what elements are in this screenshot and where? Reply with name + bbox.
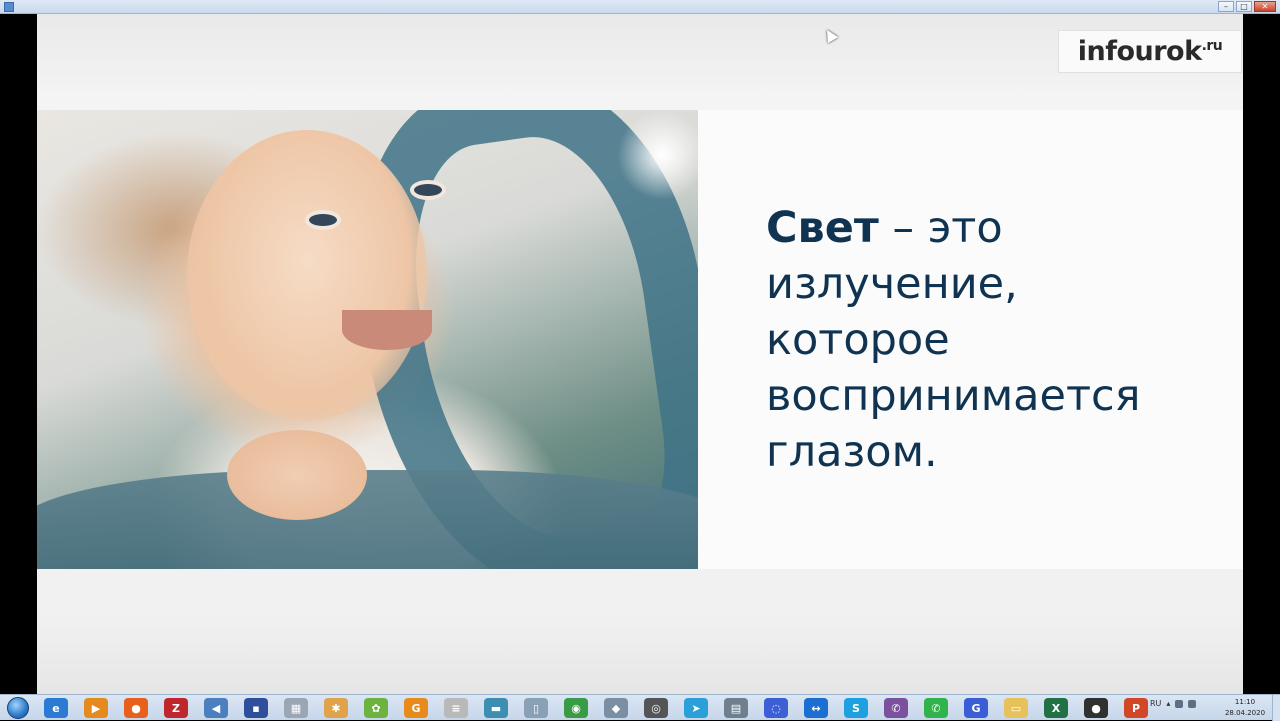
statement-line-5: глазом. <box>766 427 938 477</box>
recycle-bin-icon[interactable]: ▯ <box>524 698 548 718</box>
letterbox-right <box>1243 14 1280 694</box>
powerpoint-icon[interactable]: P <box>1124 698 1148 718</box>
save-disk-icon[interactable]: ▪ <box>244 698 268 718</box>
statement-line-3: которое <box>766 315 950 365</box>
folder-icon[interactable]: ▭ <box>1004 698 1028 718</box>
photo-face <box>187 130 427 420</box>
telegram-icon[interactable]: ➤ <box>684 698 708 718</box>
taskbar-clock[interactable]: 11:10 28.04.2020 <box>1222 697 1268 719</box>
show-desktop-button[interactable] <box>1272 695 1280 721</box>
network-tray-icon[interactable] <box>1175 699 1184 708</box>
taskbar: e ▶ ● Z ◀ ▪ ▦ ✱ ✿ G ≡ ▬ ▯ ◉ ◆ ◎ ➤ ▤ ◌ ↔ S ✆ ✆ G ▭ X ● P RU ▴ 11:10 … <box>0 694 1280 721</box>
skype-icon[interactable]: S <box>844 698 868 718</box>
statement-text-1: – это <box>892 203 1003 253</box>
photo-eye-left <box>305 210 341 230</box>
chrome-icon[interactable]: ◉ <box>564 698 588 718</box>
teamviewer-icon[interactable]: ↔ <box>804 698 828 718</box>
notepad-icon[interactable]: ≡ <box>444 698 468 718</box>
letterbox-left <box>0 14 37 694</box>
viber-icon[interactable]: ✆ <box>884 698 908 718</box>
firefox-icon[interactable]: ● <box>124 698 148 718</box>
slide-statement: Свет – это излучение, которое воспринима… <box>766 200 1226 480</box>
gmail-icon[interactable]: G <box>404 698 428 718</box>
printer-icon[interactable]: ▤ <box>724 698 748 718</box>
network-icon[interactable]: ✱ <box>324 698 348 718</box>
messenger-icon[interactable]: ◌ <box>764 698 788 718</box>
statement-line-4: воспринимается <box>766 371 1141 421</box>
excel-icon[interactable]: X <box>1044 698 1068 718</box>
minimize-button[interactable]: – <box>1218 1 1234 12</box>
obs-icon[interactable]: ● <box>1084 698 1108 718</box>
filezilla-icon[interactable]: Z <box>164 698 188 718</box>
photo-hand <box>227 430 367 520</box>
taskbar-pinned-apps: e ▶ ● Z ◀ ▪ ▦ ✱ ✿ G ≡ ▬ ▯ ◉ ◆ ◎ ➤ ▤ ◌ ↔ S ✆ ✆ G ▭ X ● P <box>44 698 1148 718</box>
logo-suffix: .ru <box>1201 37 1223 54</box>
start-button[interactable] <box>3 695 33 721</box>
photo-swing-seat <box>37 470 698 569</box>
content-band: Свет – это излучение, которое воспринима… <box>37 110 1243 569</box>
scanner-icon[interactable]: ▬ <box>484 698 508 718</box>
picasa-icon[interactable]: ✿ <box>364 698 388 718</box>
gimp-icon[interactable]: ◆ <box>604 698 628 718</box>
windows-start-icon <box>7 697 29 719</box>
speaker-icon[interactable]: ◀ <box>204 698 228 718</box>
maximize-button[interactable]: □ <box>1236 1 1252 12</box>
ie-icon[interactable]: e <box>44 698 68 718</box>
whatsapp-icon[interactable]: ✆ <box>924 698 948 718</box>
child-photo <box>37 110 698 569</box>
clock-date: 28.04.2020 <box>1224 709 1266 717</box>
photo-smile <box>342 310 432 350</box>
app-icon <box>4 2 14 12</box>
window-controls: – □ ✕ <box>1218 1 1276 12</box>
statement-line-2: излучение, <box>766 259 1018 309</box>
language-indicator[interactable]: RU <box>1150 699 1161 708</box>
tray-expand-icon[interactable]: ▴ <box>1166 699 1170 708</box>
camera-icon[interactable]: ◎ <box>644 698 668 718</box>
window-title-bar: – □ ✕ <box>0 0 1280 14</box>
chat-icon[interactable]: G <box>964 698 988 718</box>
infourok-logo: infourok .ru <box>1058 30 1242 73</box>
clock-time: 11:10 <box>1234 698 1256 706</box>
system-tray: RU ▴ <box>1150 699 1197 708</box>
logo-text: infourok <box>1077 36 1202 67</box>
calculator-icon[interactable]: ▦ <box>284 698 308 718</box>
photo-eye-right <box>410 180 446 200</box>
statement-term: Свет <box>766 203 879 253</box>
presentation-slide: infourok .ru Свет – это излучение, которо… <box>37 14 1243 694</box>
photo-bokeh <box>617 110 698 200</box>
statement-line-1: Свет – это <box>766 200 1226 256</box>
media-player-icon[interactable]: ▶ <box>84 698 108 718</box>
volume-tray-icon[interactable] <box>1188 699 1197 708</box>
close-button[interactable]: ✕ <box>1254 1 1276 12</box>
